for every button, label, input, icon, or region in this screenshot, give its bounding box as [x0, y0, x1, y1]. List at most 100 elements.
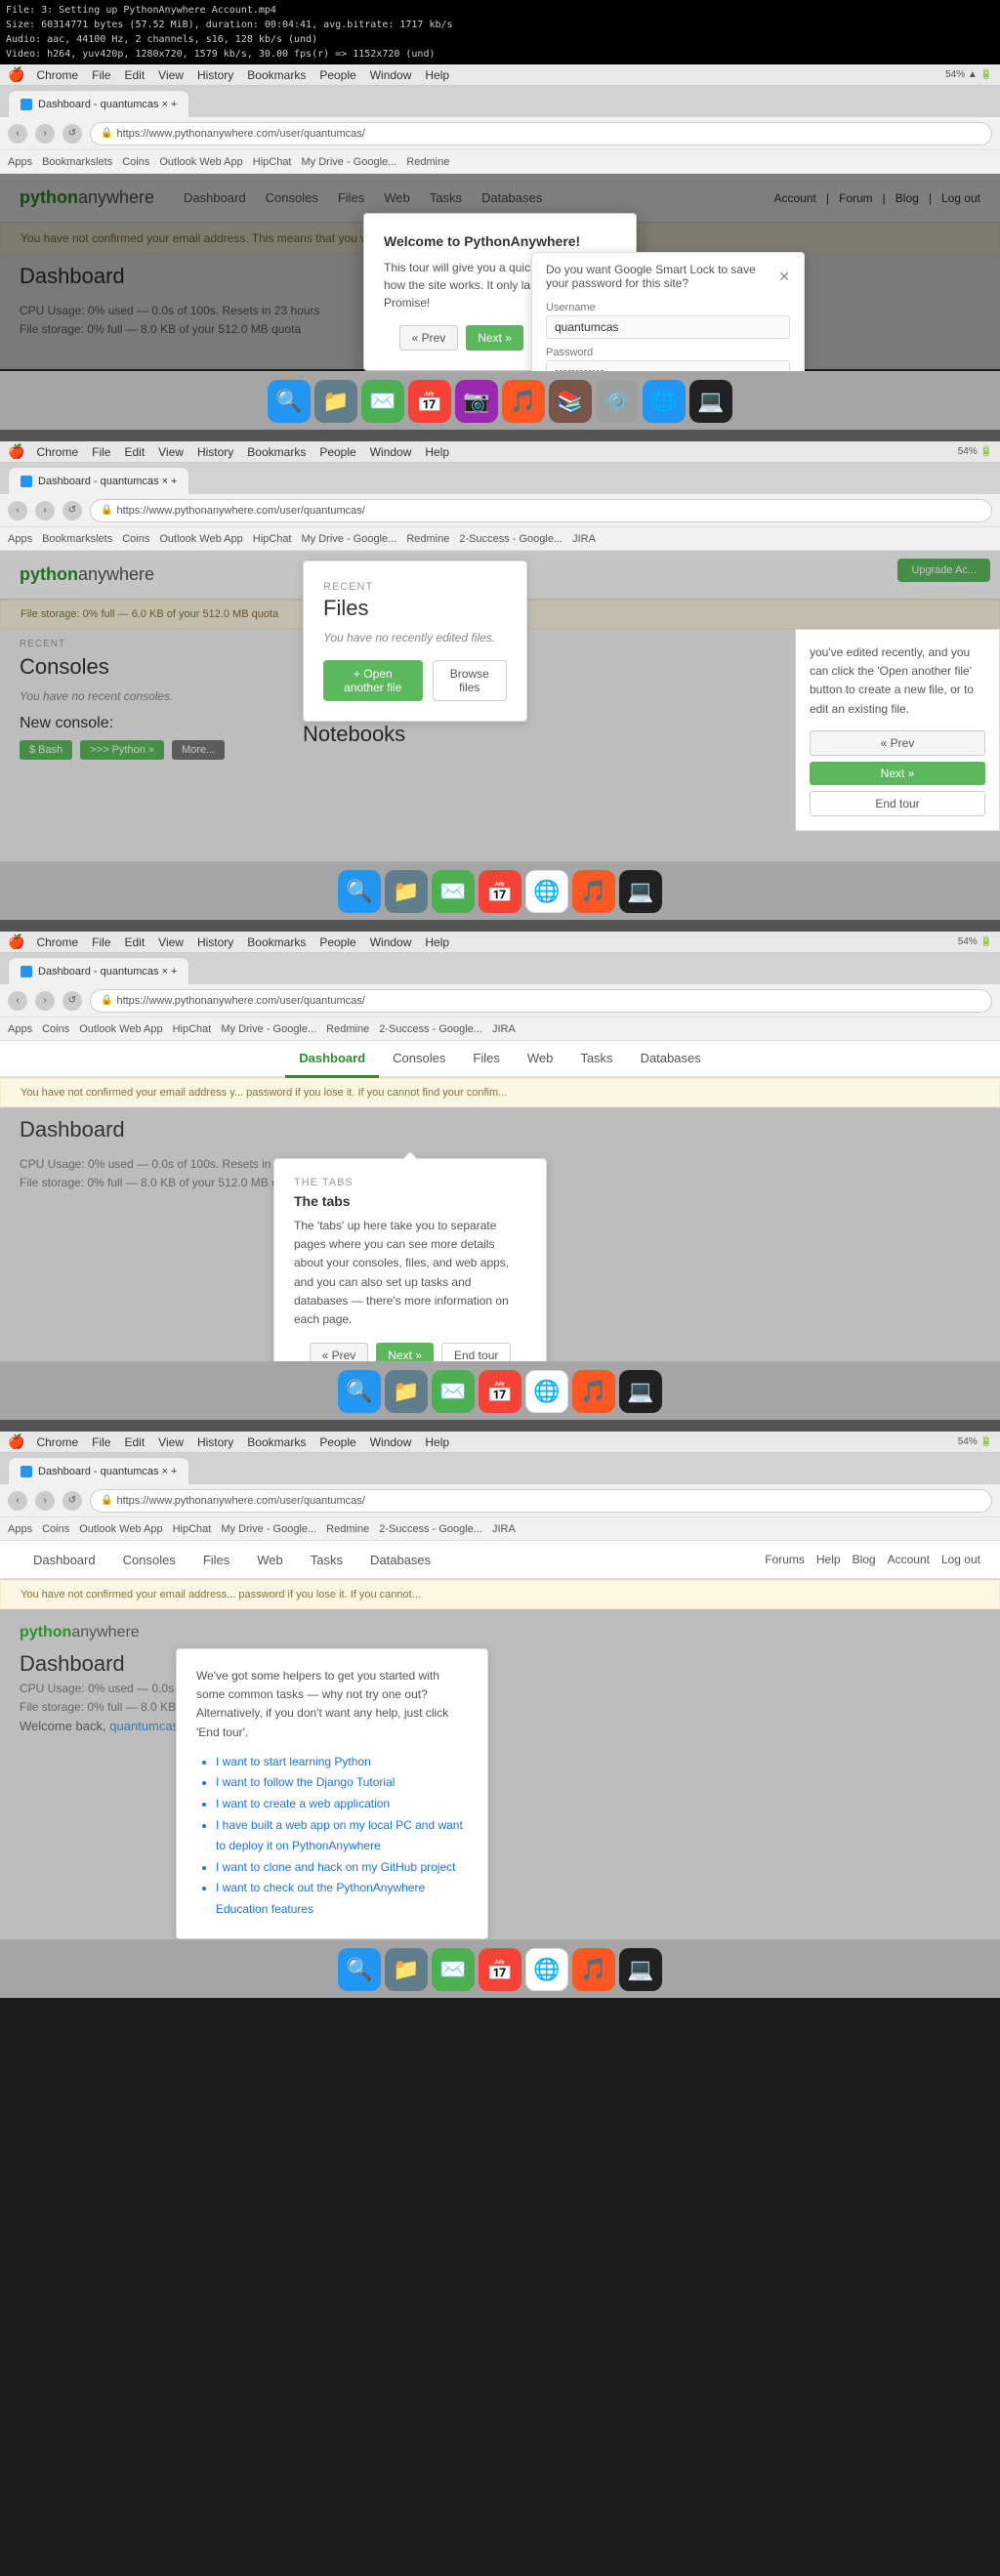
tab-dashboard-4-nav[interactable]: Dashboard [20, 1543, 109, 1577]
dock-chrome-2[interactable]: 🌐 [525, 870, 568, 913]
menu-file-2[interactable]: File [92, 445, 110, 459]
menu-chrome-3[interactable]: Chrome [36, 935, 78, 949]
tour-end-btn-3[interactable]: End tour [441, 1343, 511, 1361]
back-btn-4[interactable]: ‹ [8, 1491, 27, 1511]
forward-btn-3[interactable]: › [35, 991, 55, 1011]
forward-btn-4[interactable]: › [35, 1491, 55, 1511]
menu-view[interactable]: View [158, 68, 184, 82]
dock-browser[interactable]: 🌐 [643, 380, 686, 423]
bm-jira-4[interactable]: JIRA [492, 1523, 516, 1535]
menu-bookmarks-3[interactable]: Bookmarks [247, 935, 306, 949]
menu-file-4[interactable]: File [92, 1435, 110, 1449]
menu-people-4[interactable]: People [319, 1435, 355, 1449]
dock-music[interactable]: 🎵 [502, 380, 545, 423]
menu-items-2[interactable]: Chrome File Edit View History Bookmarks … [36, 445, 449, 459]
menu-items-4[interactable]: Chrome File Edit View History Bookmarks … [36, 1435, 449, 1449]
url-bar-4[interactable]: 🔒 https://www.pythonanywhere.com/user/qu… [90, 1489, 992, 1513]
bookmark-coins[interactable]: Coins [122, 156, 149, 168]
helper-item-5[interactable]: I want to check out the PythonAnywhere E… [216, 1878, 468, 1920]
dock-finder-2[interactable]: 🔍 [338, 870, 381, 913]
helper-item-1[interactable]: I want to follow the Django Tutorial [216, 1772, 468, 1794]
url-bar-1[interactable]: 🔒 https://www.pythonanywhere.com/user/qu… [90, 122, 992, 145]
welcome-link-4[interactable]: quantumcas [109, 1719, 179, 1733]
menu-history-4[interactable]: History [197, 1435, 233, 1449]
menu-history-2[interactable]: History [197, 445, 233, 459]
bm-apps-4[interactable]: Apps [8, 1523, 32, 1535]
forward-btn-1[interactable]: › [35, 124, 55, 144]
bm-redmine-3[interactable]: Redmine [326, 1023, 369, 1035]
bm-apps-3[interactable]: Apps [8, 1023, 32, 1035]
menu-window-2[interactable]: Window [370, 445, 412, 459]
dock-calendar-4[interactable]: 📅 [479, 1948, 521, 1991]
menu-people-3[interactable]: People [319, 935, 355, 949]
tab-files-4-nav[interactable]: Files [189, 1543, 243, 1577]
menu-people-2[interactable]: People [319, 445, 355, 459]
bm-bookmarkslets-2[interactable]: Bookmarkslets [42, 533, 112, 545]
bm-2success-2[interactable]: 2-Success - Google... [459, 533, 562, 545]
menu-view-3[interactable]: View [158, 935, 184, 949]
menu-items-3[interactable]: Chrome File Edit View History Bookmarks … [36, 935, 449, 949]
bm-apps-2[interactable]: Apps [8, 533, 32, 545]
tab-tasks-4-nav[interactable]: Tasks [297, 1543, 356, 1577]
header-logout-4[interactable]: Log out [941, 1553, 980, 1566]
bm-coins-3[interactable]: Coins [42, 1023, 69, 1035]
menu-window[interactable]: Window [370, 68, 412, 82]
apple-menu-1[interactable]: 🍎 [8, 66, 24, 83]
dock-calendar[interactable]: 📅 [408, 380, 451, 423]
menu-edit-3[interactable]: Edit [124, 935, 145, 949]
bm-redmine-4[interactable]: Redmine [326, 1523, 369, 1535]
dock-chrome-4[interactable]: 🌐 [525, 1948, 568, 1991]
smart-lock-close-icon[interactable]: ✕ [778, 269, 790, 285]
apple-menu-4[interactable]: 🍎 [8, 1433, 24, 1450]
menu-file[interactable]: File [92, 68, 110, 82]
dock-mail[interactable]: ✉️ [361, 380, 404, 423]
tab-consoles-4-nav[interactable]: Consoles [109, 1543, 189, 1577]
bookmark-outlook[interactable]: Outlook Web App [159, 156, 242, 168]
bm-hipchat-3[interactable]: HipChat [173, 1023, 212, 1035]
chrome-tab-1[interactable]: Dashboard - quantumcas × + [8, 90, 189, 117]
bm-outlook-3[interactable]: Outlook Web App [79, 1023, 162, 1035]
dock-finder[interactable]: 🔍 [268, 380, 311, 423]
menu-help-3[interactable]: Help [425, 935, 449, 949]
header-help-4[interactable]: Help [816, 1553, 841, 1566]
refresh-btn-4[interactable]: ↺ [62, 1491, 82, 1511]
dock-terminal-2[interactable]: 💻 [619, 870, 662, 913]
menu-view-2[interactable]: View [158, 445, 184, 459]
apple-menu-2[interactable]: 🍎 [8, 443, 24, 460]
dock-mail-4[interactable]: ✉️ [432, 1948, 475, 1991]
bookmark-gdrive[interactable]: My Drive - Google... [302, 156, 397, 168]
menu-help-4[interactable]: Help [425, 1435, 449, 1449]
menu-chrome-2[interactable]: Chrome [36, 445, 78, 459]
bookmark-bookmarkslets[interactable]: Bookmarkslets [42, 156, 112, 168]
dock-music-2[interactable]: 🎵 [572, 870, 615, 913]
refresh-btn-1[interactable]: ↺ [62, 124, 82, 144]
dock-files-3[interactable]: 📁 [385, 1370, 428, 1413]
menu-help-2[interactable]: Help [425, 445, 449, 459]
menu-help[interactable]: Help [425, 68, 449, 82]
tab-tasks-3[interactable]: Tasks [566, 1041, 626, 1078]
dock-calendar-2[interactable]: 📅 [479, 870, 521, 913]
tab-databases-3[interactable]: Databases [627, 1041, 715, 1078]
dock-calendar-3[interactable]: 📅 [479, 1370, 521, 1413]
refresh-btn-3[interactable]: ↺ [62, 991, 82, 1011]
refresh-btn-2[interactable]: ↺ [62, 501, 82, 520]
bm-coins-4[interactable]: Coins [42, 1523, 69, 1535]
bm-gdrive-3[interactable]: My Drive - Google... [221, 1023, 316, 1035]
dock-music-3[interactable]: 🎵 [572, 1370, 615, 1413]
chrome-tab-3[interactable]: Dashboard - quantumcas × + [8, 957, 189, 984]
bookmark-apps[interactable]: Apps [8, 156, 32, 168]
helper-item-3[interactable]: I have built a web app on my local PC an… [216, 1815, 468, 1857]
menu-view-4[interactable]: View [158, 1435, 184, 1449]
bm-jira-3[interactable]: JIRA [492, 1023, 516, 1035]
tab-databases-4-nav[interactable]: Databases [356, 1543, 444, 1577]
back-btn-2[interactable]: ‹ [8, 501, 27, 520]
dock-files[interactable]: 📁 [314, 380, 357, 423]
menu-edit[interactable]: Edit [124, 68, 145, 82]
bm-outlook-4[interactable]: Outlook Web App [79, 1523, 162, 1535]
tour-end-btn-2[interactable]: End tour [810, 791, 985, 816]
menu-bookmarks-2[interactable]: Bookmarks [247, 445, 306, 459]
menu-window-4[interactable]: Window [370, 1435, 412, 1449]
menu-chrome[interactable]: Chrome [36, 68, 78, 82]
dock-terminal-4[interactable]: 💻 [619, 1948, 662, 1991]
back-btn-1[interactable]: ‹ [8, 124, 27, 144]
